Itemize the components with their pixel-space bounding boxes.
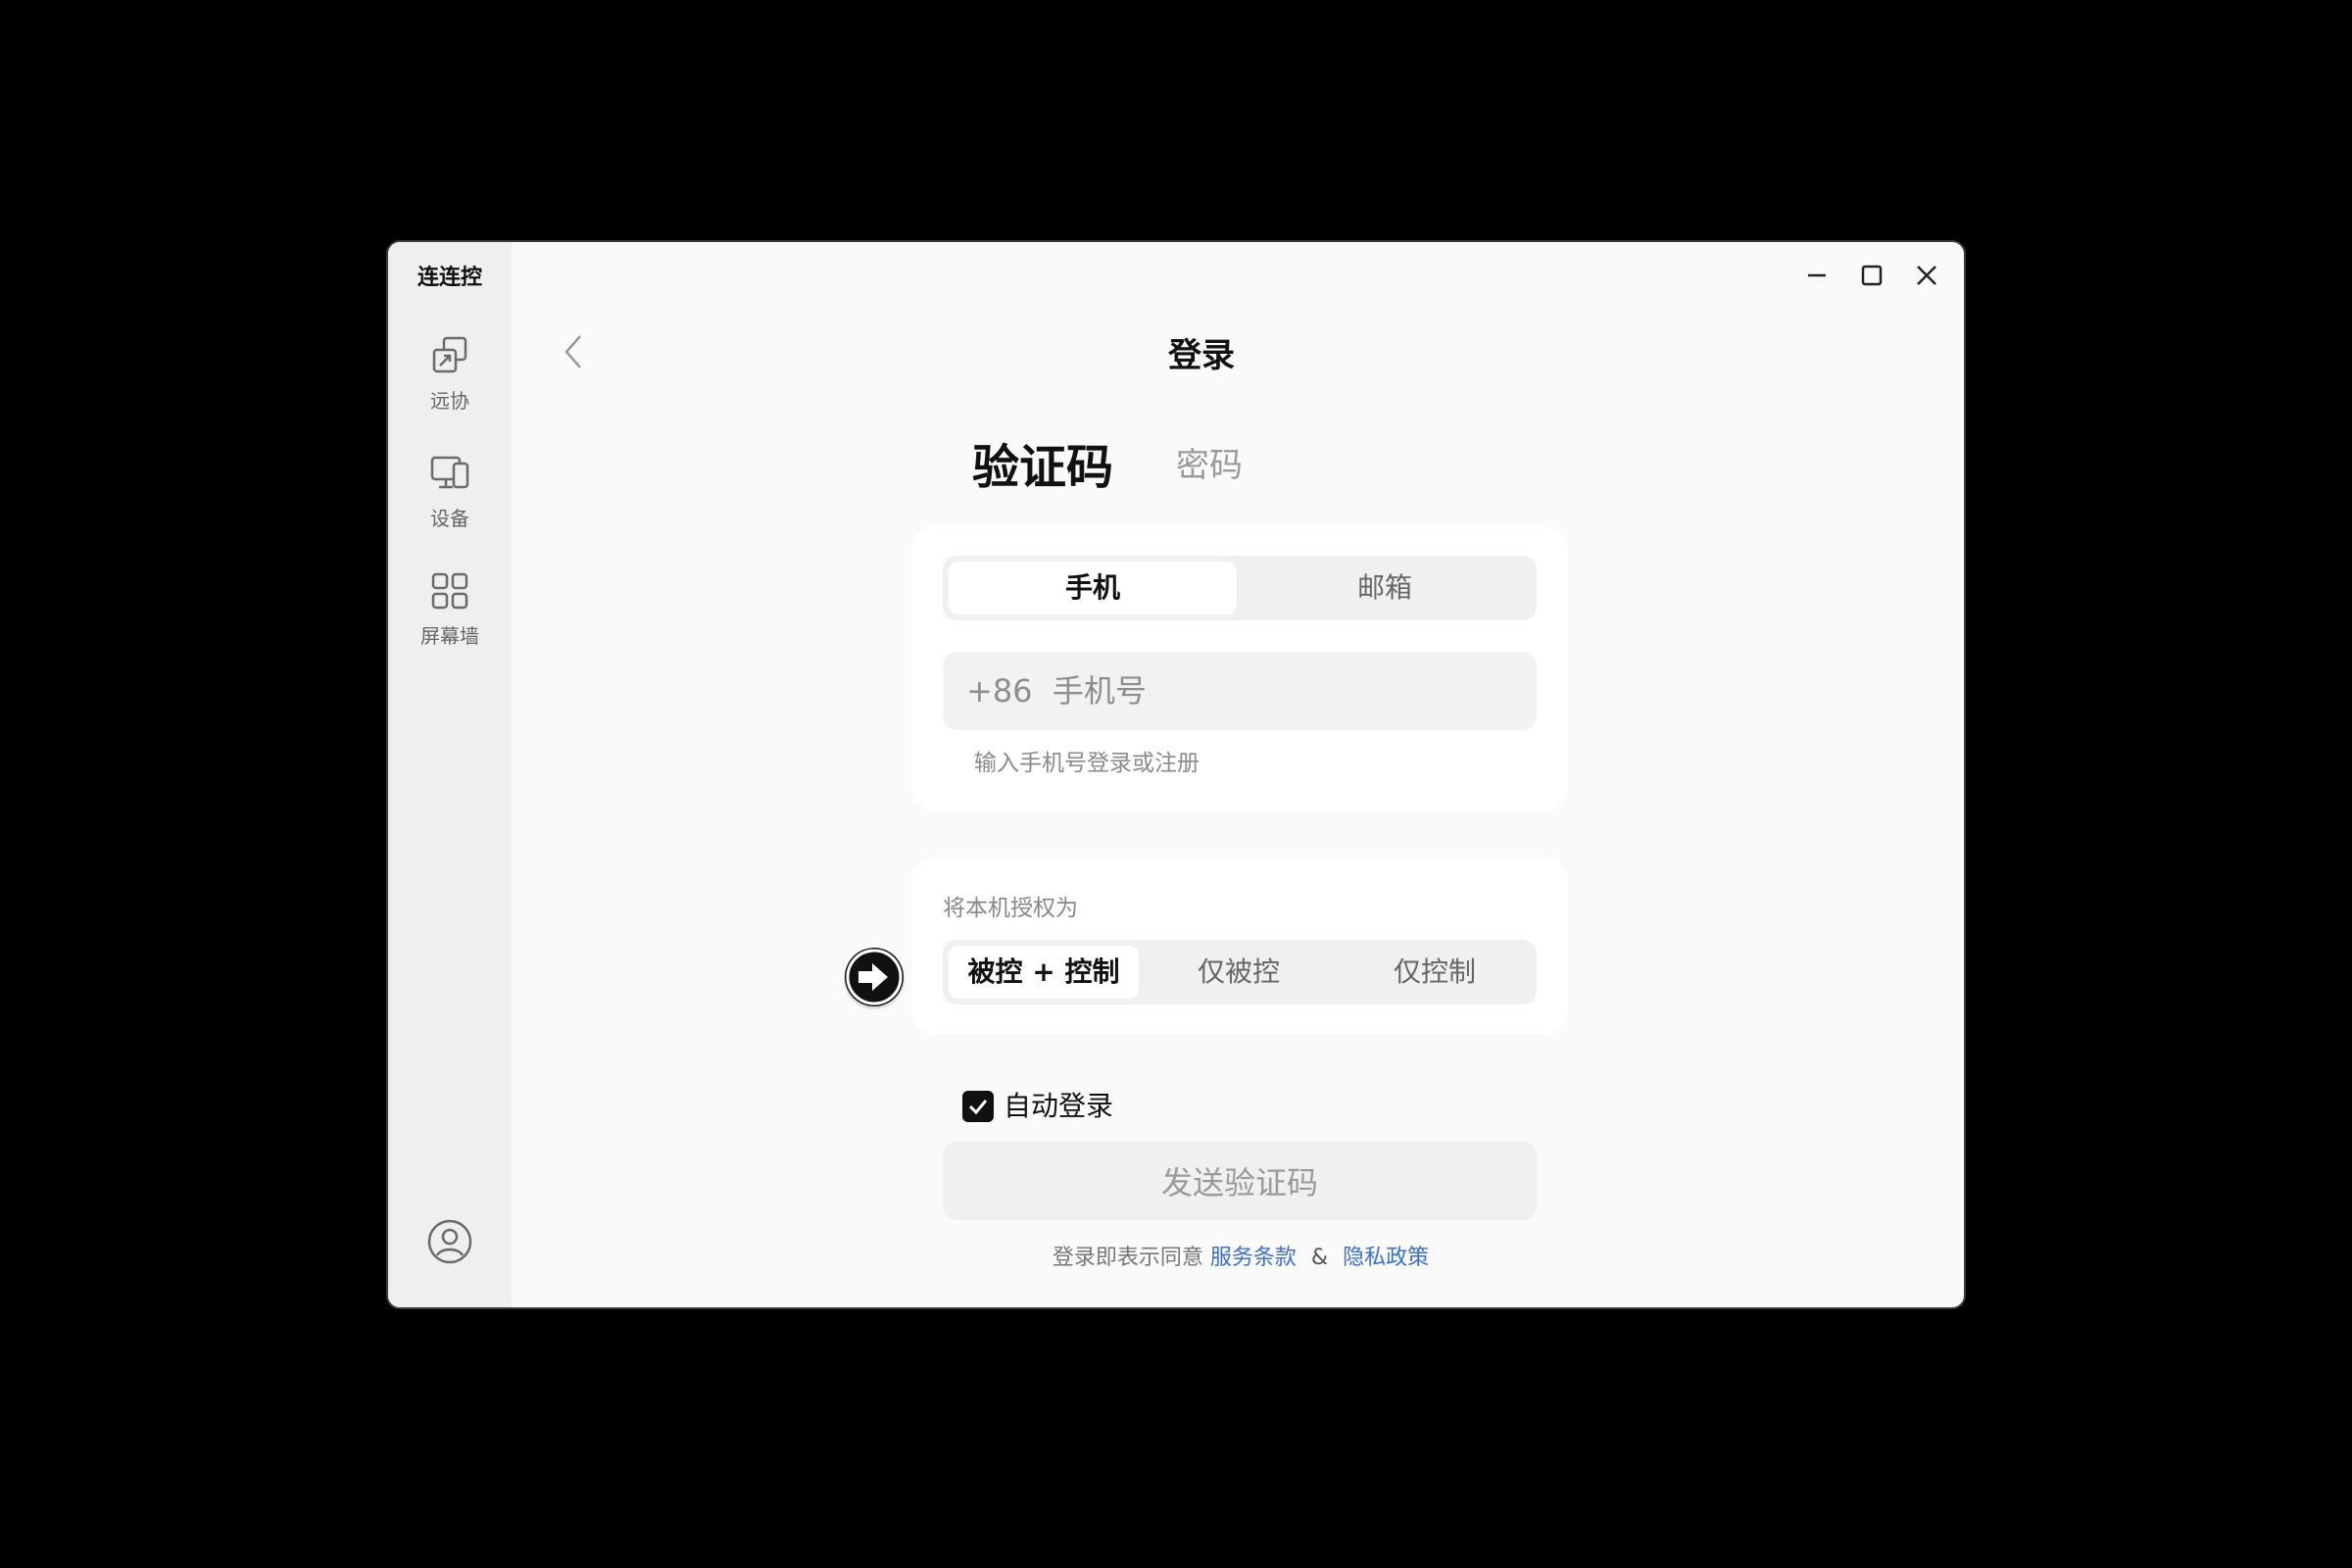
authorization-label: 将本机授权为: [943, 896, 1078, 921]
agreement-prefix: 登录即表示同意: [1052, 1246, 1203, 1270]
privacy-link[interactable]: 隐私政策: [1343, 1246, 1429, 1270]
agreement-text: 登录即表示同意 服务条款 & 隐私政策: [878, 1240, 1603, 1271]
sidebar-item-device[interactable]: 设备: [388, 450, 512, 558]
phone-hint: 输入手机号登录或注册: [974, 751, 1200, 776]
account-card: 手机 邮箱 输入手机号登录或注册: [911, 526, 1568, 810]
sidebar-item-remote-assist[interactable]: 远协: [388, 332, 512, 440]
send-code-button[interactable]: 发送验证码: [943, 1142, 1537, 1220]
authorization-card: 将本机授权为 被控 + 控制 仅被控 仅控制: [911, 858, 1568, 1034]
desktop-background: 连连控 远协 设备 屏幕墙 登录 验证码 密码 手机 邮箱 +86 手机号 输入…: [0, 0, 2352, 1568]
checkbox-checked-icon[interactable]: [962, 1091, 994, 1122]
arrow-right-icon: [844, 948, 905, 1009]
terms-link[interactable]: 服务条款: [1210, 1246, 1297, 1270]
remote-assist-icon: [432, 336, 467, 373]
account-type-segmented-control: 手机 邮箱: [943, 556, 1537, 620]
close-icon[interactable]: [1909, 258, 1944, 293]
agreement-ampersand: &: [1310, 1246, 1329, 1270]
user-avatar-icon[interactable]: [425, 1217, 474, 1266]
app-title: 连连控: [416, 266, 482, 290]
authorization-segmented-control: 被控 + 控制 仅被控 仅控制: [943, 940, 1537, 1004]
maximize-icon[interactable]: [1854, 258, 1889, 293]
sidebar-item-label: 远协: [430, 389, 469, 413]
tab-password[interactable]: 密码: [1176, 438, 1243, 486]
page-title: 登录: [1168, 336, 1235, 375]
sidebar-item-label: 屏幕墙: [420, 624, 479, 648]
sidebar-item-label: 设备: [430, 507, 469, 530]
segment-controlled-and-control[interactable]: 被控 + 控制: [949, 946, 1139, 999]
sidebar-item-screen-wall[interactable]: 屏幕墙: [388, 567, 512, 675]
screen-wall-icon: [431, 572, 468, 610]
minimize-icon[interactable]: [1799, 258, 1835, 293]
segment-control-only[interactable]: 仅控制: [1339, 946, 1531, 999]
auto-login-label: 自动登录: [1004, 1090, 1114, 1122]
segment-phone[interactable]: 手机: [949, 562, 1237, 614]
app-window: 连连控 远协 设备 屏幕墙 登录 验证码 密码 手机 邮箱 +86 手机号 输入…: [386, 240, 1966, 1309]
phone-input[interactable]: [943, 652, 1537, 730]
segment-email[interactable]: 邮箱: [1239, 562, 1531, 614]
device-icon: [430, 456, 469, 489]
sidebar: 连连控 远协 设备 屏幕墙: [388, 242, 512, 1307]
segment-controlled-only[interactable]: 仅被控: [1143, 946, 1335, 999]
tab-verification-code[interactable]: 验证码: [972, 428, 1113, 497]
chevron-left-icon[interactable]: [555, 328, 594, 375]
